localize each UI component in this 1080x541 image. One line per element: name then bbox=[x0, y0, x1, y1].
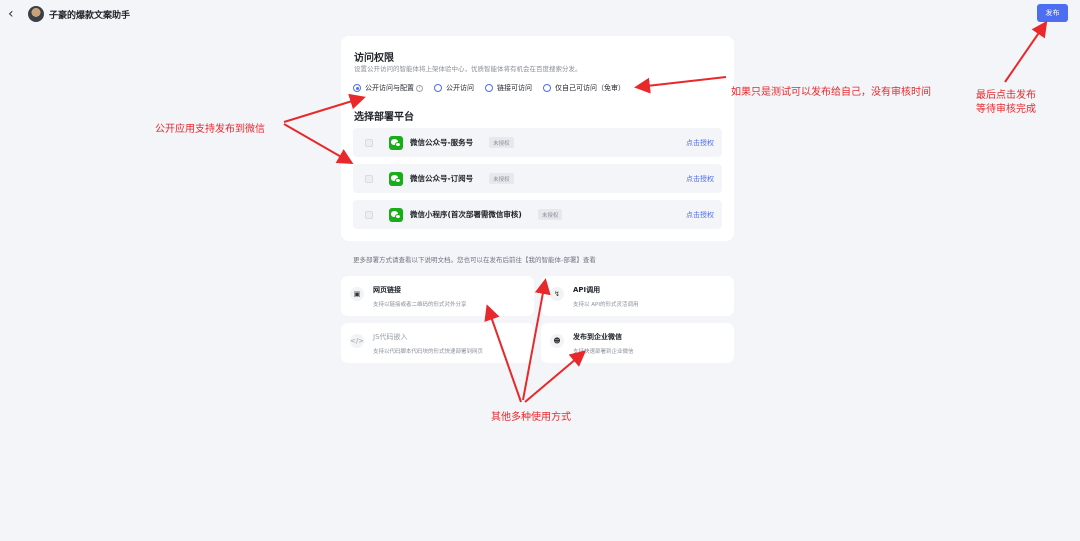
annotation-publish-2: 等待审核完成 bbox=[976, 104, 1036, 115]
arrow-to-wechat bbox=[283, 123, 354, 164]
annotation-arrows bbox=[283, 20, 1048, 403]
annotation-publish-1: 最后点击发布 bbox=[976, 90, 1036, 101]
arrow-to-api bbox=[522, 278, 551, 401]
annotation-wechat: 公开应用支持发布到微信 bbox=[155, 124, 265, 135]
arrow-to-self-radio bbox=[634, 76, 727, 94]
arrow-to-publish bbox=[1004, 20, 1048, 83]
annotation-self: 如果只是测试可以发布给自己，没有审核时间 bbox=[731, 87, 931, 98]
annotation-others: 其他多种使用方式 bbox=[491, 412, 571, 423]
arrow-to-public-radio bbox=[283, 93, 366, 123]
arrow-to-web-link bbox=[484, 304, 522, 403]
arrow-to-wecom bbox=[524, 350, 587, 403]
